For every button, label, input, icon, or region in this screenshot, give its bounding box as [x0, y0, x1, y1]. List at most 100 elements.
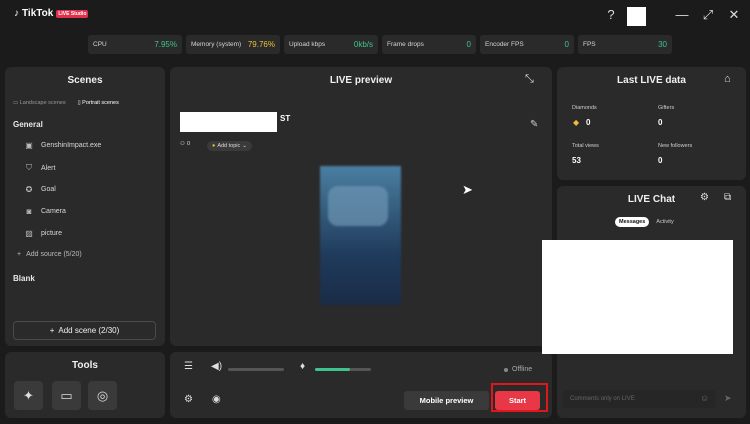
stat-label: Memory (system) [191, 41, 242, 48]
chat-input[interactable]: Comments only on LIVE [563, 390, 715, 408]
speaker-icon[interactable]: ◀) [211, 361, 222, 372]
mic-volume-fill [315, 368, 350, 371]
app-logo: ♪ TikTok LIVE Studio [14, 8, 89, 19]
redacted-username [180, 112, 277, 132]
source-label: Camera [41, 208, 66, 215]
stat-upload: Upload kbps 0kb/s [284, 35, 378, 54]
tiktok-note-icon: ♪ [14, 8, 19, 19]
gifters-value: 0 [658, 118, 663, 127]
last-live-panel: Last LIVE data ⌂ Diamonds ◆ 0 Gifters 0 … [557, 67, 746, 180]
window-icon: ▣ [25, 141, 33, 150]
mouse-cursor-icon: ➤ [462, 182, 473, 197]
add-scene-button[interactable]: + Add scene (2/30) [13, 321, 156, 340]
tab-activity[interactable]: Activity [652, 217, 677, 227]
send-icon[interactable]: ➤ [724, 393, 732, 404]
source-item[interactable]: ▨ picture [24, 229, 62, 238]
chevron-down-icon: ⌄ [242, 143, 247, 149]
source-item[interactable]: ◙ Camera [24, 207, 66, 216]
close-icon[interactable]: ✕ [726, 7, 742, 23]
plus-icon: + [49, 326, 55, 335]
camera-icon: ◙ [26, 207, 32, 216]
tab-label: Portrait scenes [82, 100, 119, 106]
status-dot-icon [504, 367, 508, 372]
stat-label: Upload kbps [289, 41, 326, 48]
minimize-icon[interactable]: — [674, 7, 690, 22]
tools-title: Tools [72, 360, 98, 371]
mobile-preview-button[interactable]: Mobile preview [404, 391, 489, 410]
video-blurred-content [328, 186, 388, 226]
stream-controls: ☰ ◀) ♦ Offline ⚙ ◉ Mobile preview Start [170, 352, 552, 418]
scene-blank[interactable]: Blank [13, 274, 35, 283]
viewer-count: ⚇ 0 [180, 141, 190, 147]
new-followers-label: New followers [658, 143, 693, 149]
logo-text: TikTok [22, 8, 54, 19]
settings-sliders-icon[interactable]: ☰ [184, 361, 193, 372]
goal-tool-button[interactable]: ◎ [88, 381, 117, 410]
scene-general[interactable]: General [13, 120, 43, 129]
viewer-count-value: 0 [186, 141, 190, 147]
edit-icon[interactable]: ✎ [530, 119, 538, 130]
add-source-label: Add source (5/20) [26, 251, 82, 258]
stats-bar: CPU 7.95% Memory (system) 79.76% Upload kb… [88, 35, 672, 54]
preview-title: LIVE preview [329, 75, 393, 86]
stat-value: 0 [466, 40, 471, 49]
plus-icon: + [17, 251, 22, 258]
scenes-panel: Scenes ▭ Landscape scenes ▯ Portrait sce… [5, 67, 165, 346]
stat-value: 79.76% [247, 40, 275, 49]
video-preview [320, 166, 401, 305]
tab-portrait-scenes[interactable]: ▯ Portrait scenes [78, 100, 119, 106]
help-icon[interactable]: ? [603, 7, 619, 22]
emoji-icon[interactable]: ☺ [700, 393, 709, 403]
chat-settings-icon[interactable]: ⚙ [700, 192, 709, 203]
effects-button[interactable]: ✦ [14, 381, 43, 410]
stream-status: Offline [504, 366, 532, 373]
diamonds-value: 0 [586, 118, 591, 127]
start-button[interactable]: Start [495, 391, 540, 410]
stat-label: Encoder FPS [485, 41, 524, 48]
popout-icon[interactable]: ⧉ [724, 192, 731, 203]
total-views-label: Total views [572, 143, 599, 149]
stat-encoder-fps: Encoder FPS 0 [480, 35, 574, 54]
scene-tabs: ▭ Landscape scenes ▯ Portrait scenes [13, 100, 119, 106]
diamonds-label: Diamonds [572, 105, 597, 111]
tab-messages[interactable]: Messages [615, 217, 650, 227]
collapse-icon[interactable]: ⤡ [525, 73, 534, 86]
new-followers-value: 0 [658, 156, 663, 165]
source-item[interactable]: ✪ Goal [24, 185, 56, 194]
stat-label: CPU [93, 41, 107, 48]
logo-badge: LIVE Studio [56, 9, 89, 18]
chat-tabs: Messages Activity [615, 217, 678, 227]
scenes-title: Scenes [67, 75, 103, 86]
speaker-volume-slider[interactable] [228, 368, 284, 371]
add-source-button[interactable]: + Add source (5/20) [17, 251, 82, 258]
record-icon[interactable]: ◉ [212, 394, 221, 405]
home-icon[interactable]: ⌂ [724, 73, 731, 85]
stat-label: Frame drops [387, 41, 424, 48]
add-topic-button[interactable]: ● Add topic ⌄ [207, 141, 252, 151]
video-camera-icon: ▭ [60, 387, 73, 403]
mic-volume-slider[interactable] [315, 368, 371, 371]
diamond-icon: ◆ [573, 118, 580, 127]
stat-cpu: CPU 7.95% [88, 35, 182, 54]
add-topic-label: Add topic [217, 143, 241, 149]
redacted-chat-area [542, 240, 733, 354]
source-item[interactable]: ⛉ Alert [24, 163, 55, 173]
microphone-icon[interactable]: ♦ [300, 361, 305, 372]
maximize-icon[interactable]: ⤢ [700, 7, 716, 23]
avatar[interactable] [627, 7, 646, 26]
people-icon: ⚇ [180, 141, 185, 147]
stat-frame-drops: Frame drops 0 [382, 35, 476, 54]
stat-fps: FPS 30 [578, 35, 672, 54]
trophy-icon: ⛉ [26, 163, 32, 172]
chat-title: LIVE Chat [627, 194, 676, 205]
capture-settings-icon[interactable]: ⚙ [184, 394, 193, 405]
image-icon: ▨ [25, 229, 33, 238]
source-label: GenshinImpact.exe [41, 142, 102, 149]
name-suffix: ST [280, 114, 291, 123]
tab-landscape-scenes[interactable]: ▭ Landscape scenes [13, 100, 66, 106]
target-icon: ◎ [96, 387, 109, 403]
live-preview-panel: LIVE preview ⤡ ST ✎ ⚇ 0 ● Add topic ⌄ ➤ [170, 67, 552, 346]
source-item[interactable]: ▣ GenshinImpact.exe [24, 141, 101, 150]
camera-tool-button[interactable]: ▭ [52, 381, 81, 410]
sparkle-icon: ✦ [23, 387, 34, 403]
